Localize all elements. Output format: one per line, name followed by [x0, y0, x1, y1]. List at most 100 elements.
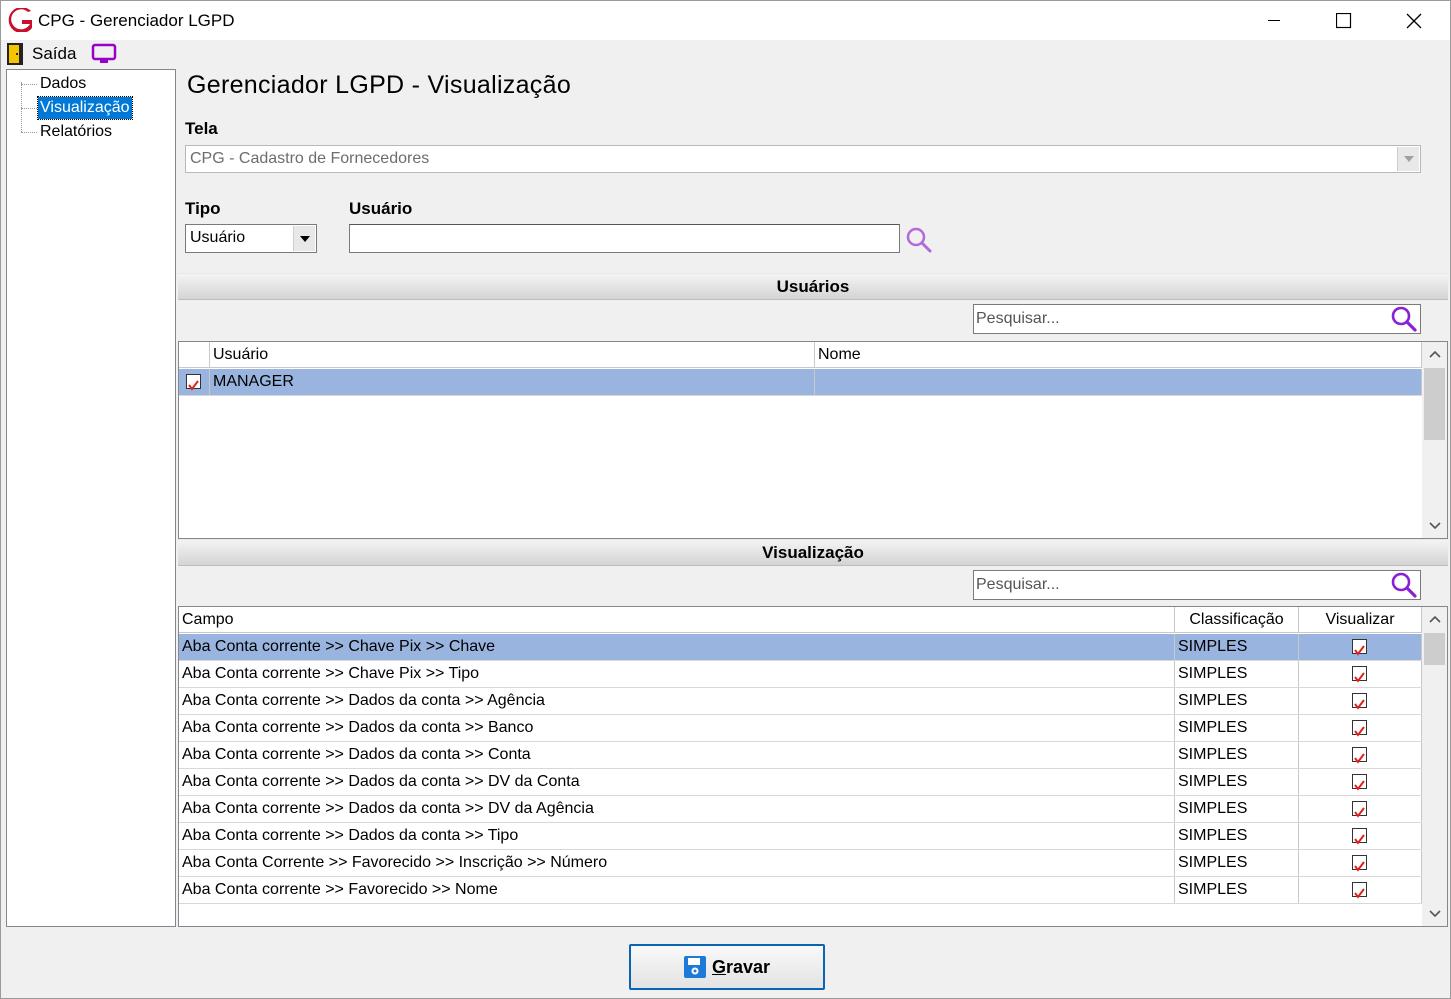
- campo-cell: Aba Conta corrente >> Dados da conta >> …: [179, 769, 1175, 795]
- tela-select[interactable]: CPG - Cadastro de Fornecedores: [185, 145, 1421, 173]
- scroll-down-icon[interactable]: [1422, 514, 1447, 538]
- table-row[interactable]: MANAGER: [179, 369, 1422, 396]
- visualizar-cell: [1299, 823, 1422, 849]
- tipo-select-value: Usuário: [190, 229, 246, 246]
- maximize-button[interactable]: [1309, 1, 1379, 40]
- checkmark-icon: [1354, 861, 1365, 872]
- row-check-cell: [179, 369, 210, 395]
- close-button[interactable]: [1379, 1, 1449, 40]
- scroll-thumb[interactable]: [1424, 368, 1445, 440]
- visualizar-checkbox[interactable]: [1352, 720, 1367, 737]
- visualizar-checkbox[interactable]: [1352, 666, 1367, 683]
- visualizar-checkbox[interactable]: [1352, 855, 1367, 872]
- app-logo-icon: [8, 8, 32, 32]
- tipo-select[interactable]: Usuário: [185, 224, 317, 253]
- table-row[interactable]: Aba Conta corrente >> Dados da conta >> …: [179, 688, 1422, 715]
- usuarios-scrollbar[interactable]: [1422, 342, 1447, 538]
- tree-item-dados[interactable]: Dados: [38, 73, 88, 95]
- usuario-search-icon[interactable]: [904, 225, 934, 255]
- table-row[interactable]: Aba Conta Corrente >> Favorecido >> Insc…: [179, 850, 1422, 877]
- scroll-thumb[interactable]: [1424, 633, 1445, 665]
- visualizar-cell: [1299, 769, 1422, 795]
- classificacao-cell: SIMPLES: [1175, 742, 1299, 768]
- table-row[interactable]: Aba Conta corrente >> Dados da conta >> …: [179, 769, 1422, 796]
- scroll-up-icon[interactable]: [1422, 607, 1447, 631]
- visualizar-cell: [1299, 688, 1422, 714]
- usuarios-search-input[interactable]: [976, 308, 1386, 330]
- exit-menu-item[interactable]: Saída: [7, 42, 76, 66]
- table-row[interactable]: Aba Conta corrente >> Dados da conta >> …: [179, 796, 1422, 823]
- save-button[interactable]: Gravar: [629, 944, 825, 990]
- save-label: Gravar: [711, 956, 771, 977]
- campo-cell: Aba Conta Corrente >> Favorecido >> Insc…: [179, 850, 1175, 876]
- monitor-icon[interactable]: [91, 43, 119, 65]
- table-row[interactable]: Aba Conta corrente >> Dados da conta >> …: [179, 742, 1422, 769]
- grid-header-usuario[interactable]: Usuário: [210, 342, 815, 368]
- classificacao-cell: SIMPLES: [1175, 688, 1299, 714]
- table-row[interactable]: Aba Conta corrente >> Dados da conta >> …: [179, 823, 1422, 850]
- visualizacao-grid: Campo Classificação Visualizar Aba Conta…: [178, 606, 1448, 927]
- classificacao-cell: SIMPLES: [1175, 823, 1299, 849]
- tree-item-relatorios[interactable]: Relatórios: [38, 121, 114, 143]
- visualizacao-section-header: Visualização: [178, 539, 1448, 566]
- visualizar-checkbox[interactable]: [1352, 747, 1367, 764]
- visualizar-checkbox[interactable]: [1352, 693, 1367, 710]
- tree-item-visualizacao[interactable]: Visualização: [37, 96, 133, 120]
- grid-header-check: [179, 342, 210, 368]
- classificacao-cell: SIMPLES: [1175, 877, 1299, 903]
- scroll-up-icon[interactable]: [1422, 342, 1447, 366]
- visualizar-checkbox[interactable]: [1352, 801, 1367, 818]
- classificacao-cell: SIMPLES: [1175, 850, 1299, 876]
- checkmark-icon: [1354, 645, 1365, 656]
- grid-header-nome[interactable]: Nome: [815, 342, 1422, 368]
- campo-cell: Aba Conta corrente >> Dados da conta >> …: [179, 688, 1175, 714]
- exit-label: Saída: [32, 44, 77, 63]
- visualizacao-search-input[interactable]: [976, 574, 1386, 596]
- chevron-down-icon: [1397, 147, 1419, 171]
- tree-connector: [21, 82, 22, 132]
- table-row[interactable]: Aba Conta corrente >> Chave Pix >> Chave…: [179, 634, 1422, 661]
- table-row[interactable]: Aba Conta corrente >> Dados da conta >> …: [179, 715, 1422, 742]
- grid-header-visualizar[interactable]: Visualizar: [1299, 607, 1422, 633]
- campo-cell: Aba Conta corrente >> Favorecido >> Nome: [179, 877, 1175, 903]
- tela-select-value: CPG - Cadastro de Fornecedores: [190, 150, 430, 167]
- grid-header-classificacao[interactable]: Classificação: [1175, 607, 1299, 633]
- exit-door-icon: [7, 43, 23, 65]
- visualizar-cell: [1299, 742, 1422, 768]
- visualizar-checkbox[interactable]: [1352, 639, 1367, 656]
- usuario-input[interactable]: [349, 224, 900, 253]
- visualizar-checkbox[interactable]: [1352, 828, 1367, 845]
- minimize-icon: [1268, 19, 1280, 21]
- table-row[interactable]: Aba Conta corrente >> Chave Pix >> Tipo S…: [179, 661, 1422, 688]
- checkmark-icon: [188, 380, 199, 391]
- title-bar[interactable]: CPG - Gerenciador LGPD: [1, 1, 1450, 40]
- usuarios-search-box: [973, 304, 1421, 334]
- tela-label: Tela: [185, 119, 218, 138]
- visualizacao-search-box: [973, 570, 1421, 600]
- scroll-down-icon[interactable]: [1422, 902, 1447, 926]
- grid-header-campo[interactable]: Campo: [179, 607, 1175, 633]
- checkmark-icon: [1354, 807, 1365, 818]
- search-icon[interactable]: [1390, 571, 1418, 599]
- maximize-icon: [1336, 12, 1352, 28]
- visualizar-cell: [1299, 796, 1422, 822]
- usuarios-grid: Usuário Nome MANAGER: [178, 341, 1448, 539]
- campo-cell: Aba Conta corrente >> Dados da conta >> …: [179, 715, 1175, 741]
- nav-tree: Dados Visualização Relatórios: [6, 69, 176, 927]
- campo-cell: Aba Conta corrente >> Dados da conta >> …: [179, 796, 1175, 822]
- menu-bar: Saída: [1, 40, 1450, 69]
- visualizar-cell: [1299, 715, 1422, 741]
- campo-cell: Aba Conta corrente >> Chave Pix >> Tipo: [179, 661, 1175, 687]
- row-checkbox[interactable]: [186, 374, 201, 391]
- checkmark-icon: [1354, 888, 1365, 899]
- visualizar-checkbox[interactable]: [1352, 774, 1367, 791]
- classificacao-cell: SIMPLES: [1175, 715, 1299, 741]
- classificacao-cell: SIMPLES: [1175, 769, 1299, 795]
- visualizacao-scrollbar[interactable]: [1422, 607, 1447, 926]
- usuario-cell: MANAGER: [210, 369, 815, 395]
- checkmark-icon: [1354, 753, 1365, 764]
- visualizar-checkbox[interactable]: [1352, 882, 1367, 899]
- search-icon[interactable]: [1390, 305, 1418, 333]
- minimize-button[interactable]: [1239, 1, 1309, 40]
- table-row[interactable]: Aba Conta corrente >> Favorecido >> Nome…: [179, 877, 1422, 904]
